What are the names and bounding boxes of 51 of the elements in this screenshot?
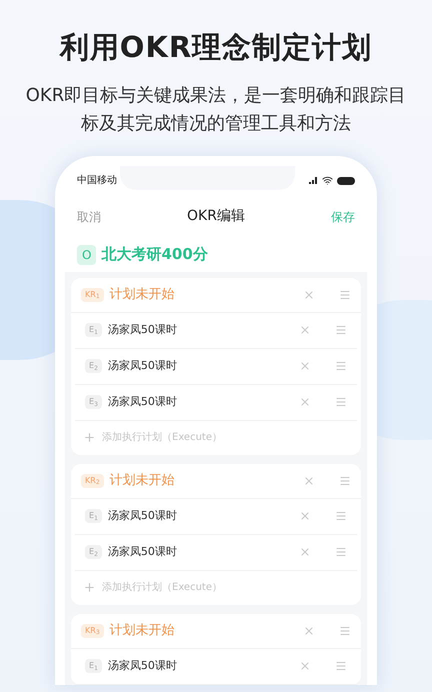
- drag-handle-icon[interactable]: [335, 396, 347, 408]
- drag-handle-icon[interactable]: [339, 474, 351, 486]
- subtitle: OKR即目标与关键成果法，是一套明确和跟踪目标及其完成情况的管理工具和方法: [24, 84, 408, 136]
- drag-handle-icon[interactable]: [335, 546, 347, 558]
- add-execute-button[interactable]: 添加执行计划（Execute）: [71, 570, 234, 604]
- execute-title: 汤家凤50课时: [108, 322, 177, 338]
- execute-tag: E$_{3}$: [85, 395, 102, 409]
- execute-title: 汤家凤50课时: [108, 544, 177, 560]
- objective-title: 北大考研400分: [101, 244, 208, 266]
- plus-icon: [83, 581, 96, 594]
- drag-handle-icon[interactable]: [335, 324, 347, 336]
- nav-title: OKR编辑: [186, 207, 246, 226]
- key-result-title: 计划未开始: [110, 472, 175, 490]
- execute-title: 汤家凤50课时: [108, 658, 177, 674]
- delete-icon[interactable]: [303, 624, 315, 636]
- delete-icon[interactable]: [299, 324, 311, 336]
- key-result-tag: KR$_{2}$: [81, 474, 104, 488]
- execute-title: 汤家凤50课时: [108, 394, 177, 410]
- execute-tag: E$_{2}$: [85, 545, 102, 559]
- delete-icon[interactable]: [299, 360, 311, 372]
- execute-title: 汤家凤50课时: [108, 508, 177, 524]
- drag-handle-icon[interactable]: [335, 360, 347, 372]
- key-result-tag: KR$_{1}$: [81, 288, 104, 302]
- execute-tag: E$_{1}$: [85, 509, 102, 523]
- delete-icon[interactable]: [303, 474, 315, 486]
- signal-icon: [309, 177, 318, 184]
- drag-handle-icon[interactable]: [335, 510, 347, 522]
- plus-icon: [83, 431, 96, 444]
- delete-icon[interactable]: [299, 510, 311, 522]
- delete-icon[interactable]: [303, 288, 315, 300]
- delete-icon[interactable]: [299, 396, 311, 408]
- delete-icon[interactable]: [299, 546, 311, 558]
- carrier-label: 中国移动: [77, 174, 117, 188]
- wifi-icon: [322, 175, 333, 186]
- execute-tag: E$_{2}$: [85, 359, 102, 373]
- delete-icon[interactable]: [299, 660, 311, 672]
- cancel-button[interactable]: 取消: [77, 208, 101, 226]
- execute-title: 汤家凤50课时: [108, 358, 177, 374]
- headline: 利用OKR理念制定计划: [60, 29, 372, 66]
- drag-handle-icon[interactable]: [339, 624, 351, 636]
- objective-tag: O: [77, 244, 96, 264]
- battery-icon: [337, 176, 355, 184]
- drag-handle-icon[interactable]: [339, 288, 351, 300]
- save-button[interactable]: 保存: [331, 208, 355, 226]
- key-result-title: 计划未开始: [110, 286, 175, 304]
- drag-handle-icon[interactable]: [335, 660, 347, 672]
- add-execute-button[interactable]: 添加执行计划（Execute）: [71, 420, 234, 454]
- execute-tag: E$_{1}$: [85, 659, 102, 673]
- key-result-tag: KR$_{3}$: [81, 624, 104, 638]
- execute-tag: E$_{1}$: [85, 323, 102, 337]
- key-result-title: 计划未开始: [110, 622, 175, 640]
